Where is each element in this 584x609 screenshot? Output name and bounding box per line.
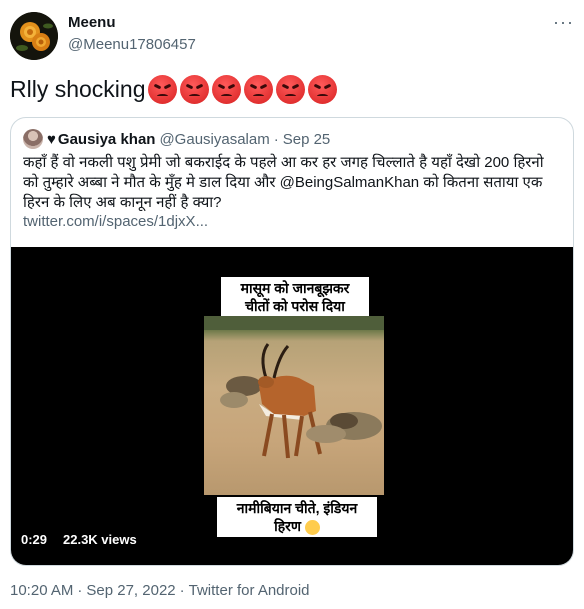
angry-face-icon: [179, 74, 209, 104]
tweet-date[interactable]: Sep 27, 2022: [86, 582, 175, 599]
video-caption-bottom: नामीबियान चीते, इंडियन हिरण: [217, 497, 377, 537]
author-display-name[interactable]: Meenu: [68, 14, 116, 31]
quote-avatar: [23, 129, 43, 149]
angry-face-icon: [307, 74, 337, 104]
avatar[interactable]: [10, 12, 58, 60]
quote-link[interactable]: twitter.com/i/spaces/1djxX...: [23, 213, 208, 230]
quote-separator: ·: [273, 130, 279, 148]
rose-icon: [10, 12, 58, 60]
quote-header: ♥ Gausiya khan @Gausiyasalam · Sep 25: [23, 129, 334, 149]
tweet-meta: 10:20 AM · Sep 27, 2022 · Twitter for An…: [10, 582, 310, 599]
tweet-time[interactable]: 10:20 AM: [10, 582, 73, 599]
quote-date: Sep 25: [282, 130, 331, 148]
disappointed-face-icon: [304, 519, 320, 535]
quote-author-name: Gausiya khan: [57, 130, 156, 148]
black-heart-icon: ♥: [47, 130, 56, 148]
tweet-body: Rlly shocking: [10, 76, 146, 102]
video-duration: 0:29: [21, 532, 48, 547]
meta-separator: ·: [179, 582, 185, 599]
author-handle[interactable]: @Meenu17806457: [68, 36, 196, 53]
video-frame[interactable]: [204, 316, 384, 495]
tweet-text: Rlly shocking: [10, 74, 337, 104]
quote-text: कहाँ हैं वो नकली पशु प्रेमी जो बकराईद के…: [23, 154, 544, 211]
tweet-source[interactable]: Twitter for Android: [189, 582, 310, 599]
angry-face-icon: [243, 74, 273, 104]
meta-separator: ·: [77, 582, 83, 599]
quote-author-handle: @Gausiyasalam: [159, 130, 270, 148]
quote-tweet-card[interactable]: ♥ Gausiya khan @Gausiyasalam · Sep 25 कह…: [10, 117, 574, 566]
video-views: 22.3K views: [63, 532, 137, 547]
angry-face-icon: [147, 74, 177, 104]
video-caption-top: मासूम को जानबूझकर चीतों को परोस दिया: [221, 277, 369, 317]
emoji-row: [147, 74, 337, 104]
angry-face-icon: [275, 74, 305, 104]
video-caption-bottom-text: नामीबियान चीते, इंडियन हिरण: [236, 500, 358, 534]
video-player[interactable]: मासूम को जानबूझकर चीतों को परोस दिया नाम…: [11, 247, 573, 565]
antelope-scene-image: [204, 316, 384, 459]
more-options-icon[interactable]: ···: [553, 12, 574, 33]
angry-face-icon: [211, 74, 241, 104]
